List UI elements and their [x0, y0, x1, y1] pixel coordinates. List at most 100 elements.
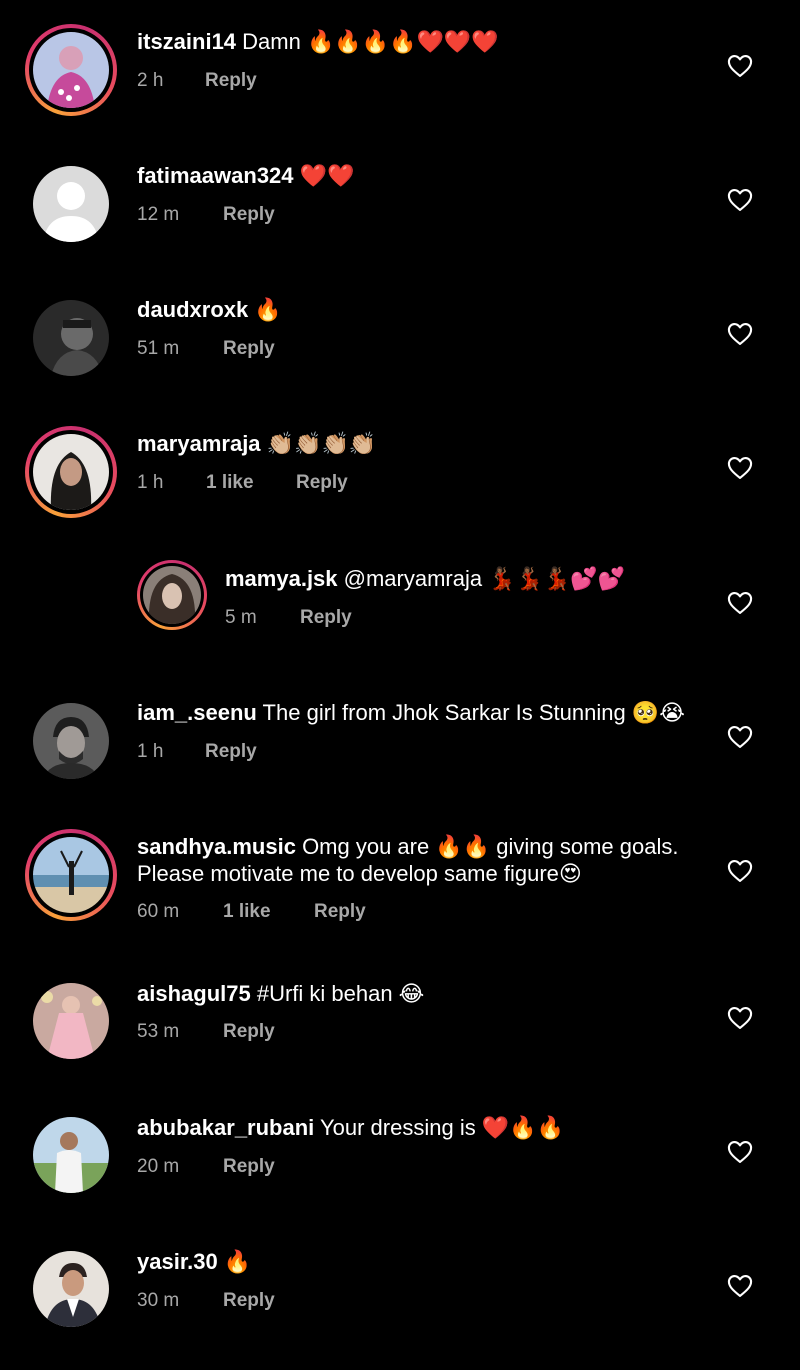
comment-text: mamya.jsk @maryamraja 💃🏾💃🏾💃🏾💕💕 — [225, 565, 625, 593]
heart-outline-icon — [727, 860, 753, 882]
comment-body: Omg you are 🔥🔥 giving some goals. — [295, 834, 679, 859]
comment-body: Damn 🔥🔥🔥🔥❤️❤️❤️ — [236, 29, 499, 54]
comment-meta: 20 m Reply — [137, 1155, 275, 1179]
reply-button[interactable]: Reply — [223, 1289, 275, 1313]
avatar[interactable] — [33, 166, 109, 242]
comment-username[interactable]: itszaini14 — [137, 29, 236, 54]
avatar-image — [33, 1251, 109, 1327]
like-button[interactable] — [726, 186, 754, 214]
comment-time: 20 m — [137, 1156, 180, 1177]
heart-outline-icon — [727, 1007, 753, 1029]
reply-button[interactable]: Reply — [314, 900, 366, 924]
avatar-image — [33, 983, 109, 1059]
avatar[interactable] — [25, 24, 117, 116]
like-button[interactable] — [726, 454, 754, 482]
comment-text: aishagul75 #Urfi ki behan 😂 — [137, 980, 424, 1008]
comment-meta: 5 m Reply — [225, 606, 352, 630]
heart-outline-icon — [727, 1275, 753, 1297]
heart-outline-icon — [727, 592, 753, 614]
reply-button[interactable]: Reply — [223, 1155, 275, 1179]
reply-button[interactable]: Reply — [205, 740, 257, 764]
comment-meta: 30 m Reply — [137, 1289, 275, 1313]
person-silhouette-icon — [33, 166, 109, 242]
avatar[interactable] — [137, 560, 207, 630]
comment-time: 1 h — [137, 741, 164, 762]
comment-text: yasir.30 🔥 — [137, 1248, 251, 1276]
comment-text: iam_.seenu The girl from Jhok Sarkar Is … — [137, 699, 685, 727]
avatar[interactable] — [33, 300, 109, 376]
avatar[interactable] — [33, 983, 109, 1059]
reply-button[interactable]: Reply — [300, 606, 352, 630]
reply-button[interactable]: Reply — [223, 203, 275, 227]
comment-text: fatimaawan324 ❤️❤️ — [137, 162, 354, 190]
comment-username[interactable]: yasir.30 — [137, 1249, 218, 1274]
reply-button[interactable]: Reply — [296, 471, 348, 495]
comment-text: daudxroxk 🔥 — [137, 296, 282, 324]
avatar-image — [33, 434, 109, 510]
like-button[interactable] — [726, 723, 754, 751]
comment-username[interactable]: sandhya.music — [137, 834, 296, 859]
comment-text: sandhya.music Omg you are 🔥🔥 giving some… — [137, 833, 678, 861]
comment-text: itszaini14 Damn 🔥🔥🔥🔥❤️❤️❤️ — [137, 28, 499, 56]
heart-outline-icon — [727, 55, 753, 77]
avatar[interactable] — [33, 1117, 109, 1193]
comment-username[interactable]: maryamraja — [137, 431, 261, 456]
comment-time: 1 h — [137, 472, 164, 493]
comment-text: abubakar_rubani Your dressing is ❤️🔥🔥 — [137, 1114, 564, 1142]
avatar-image — [33, 1117, 109, 1193]
comment-text: maryamraja 👏🏼👏🏼👏🏼👏🏼 — [137, 430, 376, 458]
avatar[interactable] — [33, 1251, 109, 1327]
comment-body-line2: Please motivate me to develop same figur… — [137, 861, 582, 886]
likes-count[interactable]: 1 like — [223, 900, 314, 924]
comment-body: ❤️❤️ — [293, 163, 355, 188]
comment-body: #Urfi ki behan 😂 — [250, 981, 425, 1006]
like-button[interactable] — [726, 1138, 754, 1166]
comment-username[interactable]: fatimaawan324 — [137, 163, 294, 188]
avatar-image — [143, 566, 201, 624]
comment-time: 12 m — [137, 204, 180, 225]
comment-username[interactable]: mamya.jsk — [225, 566, 338, 591]
comment-time: 5 m — [225, 607, 257, 628]
comment-time: 51 m — [137, 338, 180, 359]
comment-meta: 60 m 1 like Reply — [137, 900, 366, 924]
avatar[interactable] — [25, 426, 117, 518]
reply-button[interactable]: Reply — [223, 337, 275, 361]
like-button[interactable] — [726, 589, 754, 617]
comment-username[interactable]: aishagul75 — [137, 981, 251, 1006]
reply-button[interactable]: Reply — [223, 1020, 275, 1044]
heart-outline-icon — [727, 1141, 753, 1163]
comment-meta: 51 m Reply — [137, 337, 275, 361]
comment-time: 2 h — [137, 70, 164, 91]
comment-meta: 2 h Reply — [137, 69, 257, 93]
comment-meta: 12 m Reply — [137, 203, 275, 227]
comment-username[interactable]: daudxroxk — [137, 297, 248, 322]
comment-body: Your dressing is ❤️🔥🔥 — [314, 1115, 565, 1140]
comment-time: 30 m — [137, 1290, 180, 1311]
comment-body: 🔥 — [248, 297, 282, 322]
like-button[interactable] — [726, 857, 754, 885]
heart-outline-icon — [727, 189, 753, 211]
comment-body: 👏🏼👏🏼👏🏼👏🏼 — [260, 431, 377, 456]
comment-meta: 1 h Reply — [137, 740, 257, 764]
like-button[interactable] — [726, 1004, 754, 1032]
like-button[interactable] — [726, 1272, 754, 1300]
heart-outline-icon — [727, 323, 753, 345]
comment-username[interactable]: abubakar_rubani — [137, 1115, 314, 1140]
avatar[interactable] — [25, 829, 117, 921]
avatar-image — [33, 32, 109, 108]
avatar-image — [33, 300, 109, 376]
comment-time: 53 m — [137, 1021, 180, 1042]
likes-count[interactable]: 1 like — [206, 471, 296, 495]
reply-button[interactable]: Reply — [205, 69, 257, 93]
comment-username[interactable]: iam_.seenu — [137, 700, 257, 725]
comment-meta: 53 m Reply — [137, 1020, 275, 1044]
avatar-image — [33, 837, 109, 913]
comment-body: 🔥 — [217, 1249, 252, 1274]
avatar[interactable] — [33, 703, 109, 779]
heart-outline-icon — [727, 726, 753, 748]
heart-outline-icon — [727, 457, 753, 479]
like-button[interactable] — [726, 320, 754, 348]
avatar-image — [33, 703, 109, 779]
like-button[interactable] — [726, 52, 754, 80]
comment-body: The girl from Jhok Sarkar Is Stunning 🥺😭 — [256, 700, 685, 725]
